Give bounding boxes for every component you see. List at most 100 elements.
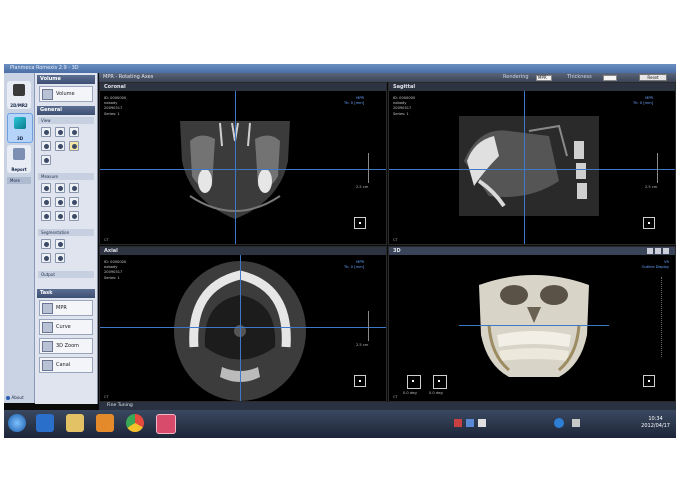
distance-tool-icon[interactable] (41, 183, 51, 193)
coronal-title: Coronal (100, 83, 386, 91)
pencil-tool-icon[interactable] (55, 211, 65, 221)
reset-button[interactable]: Reset (639, 74, 667, 81)
sagittal-ct-slice (459, 116, 599, 216)
nav-report-button[interactable]: Report (7, 145, 31, 173)
coronal-patient-info: ID: 0000000 nobody 20090317 Series: 1 (104, 96, 127, 116)
coronal-viewport[interactable]: Coronal ID: 0000000 nobody 20090317 Seri… (99, 82, 387, 245)
reset-view-icon[interactable] (41, 155, 51, 165)
cube-3d-icon (14, 117, 26, 129)
coronal-axis-vertical[interactable] (235, 91, 236, 244)
segmentation-section-label: Segmentation (38, 229, 94, 236)
rendering-label: Rendering (503, 74, 529, 80)
coronal-modality: CT (104, 238, 109, 242)
density-tool-icon[interactable] (41, 197, 51, 207)
axial-orientation-cube[interactable] (354, 375, 366, 387)
coronal-mode-info: MPR Th: 0 [mm] (344, 96, 364, 106)
tray-app-icon[interactable] (454, 419, 462, 427)
app-window: Planmeca Romexis 2.9 - 3D 2D/MR2 3D Repo… (4, 64, 676, 438)
rotate-horizontal-icon[interactable] (407, 375, 421, 389)
pan-tool-icon[interactable] (41, 127, 51, 137)
color-map-icon[interactable] (55, 253, 65, 263)
task-curve-button[interactable]: Curve (39, 319, 93, 335)
axial-title: Axial (100, 247, 386, 255)
thickness-input[interactable] (603, 75, 617, 81)
volume-button[interactable]: Volume (39, 86, 93, 102)
folder-icon[interactable] (66, 414, 84, 432)
trace-tool-icon[interactable] (69, 197, 79, 207)
start-orb-icon[interactable] (8, 414, 26, 432)
nav-2d-button[interactable]: 2D/MR2 (7, 81, 31, 109)
axial-scale-label: 2.5 cm (356, 343, 369, 347)
note-tool-icon[interactable] (55, 197, 65, 207)
chrome-icon[interactable] (126, 414, 144, 432)
report-icon (13, 148, 25, 160)
sagittal-orientation-cube[interactable] (643, 217, 655, 229)
more-label: More (10, 178, 20, 183)
area-tool-icon[interactable] (69, 183, 79, 193)
fine-tuning-label: Fine Tuning (107, 403, 133, 408)
about-label: About (11, 395, 24, 400)
task-3dzoom-label: 3D Zoom (56, 343, 80, 349)
tray-volume-icon[interactable] (478, 419, 486, 427)
fine-tuning-bar[interactable]: Fine Tuning (99, 402, 676, 410)
info-icon (6, 396, 10, 400)
delete-tool-icon[interactable] (69, 211, 79, 221)
ie-browser-icon[interactable] (36, 414, 54, 432)
about-link[interactable]: About (6, 395, 24, 400)
volume-3d-preset: Outline Display (641, 265, 669, 270)
axial-thickness: Th: 0 [mm] (343, 265, 364, 270)
nav-3d-button[interactable]: 3D (7, 113, 33, 143)
volume-3d-axis-horizontal[interactable] (459, 325, 609, 326)
coronal-axis-horizontal[interactable] (100, 169, 386, 170)
task-header: Task (37, 289, 95, 298)
thickness-label: Thickness (567, 74, 592, 80)
task-mpr-button[interactable]: MPR (39, 300, 93, 316)
contrast-tool-icon[interactable] (41, 141, 51, 151)
volume-3d-slider[interactable] (661, 277, 664, 357)
more-button[interactable]: More (7, 177, 31, 184)
media-player-icon[interactable] (96, 414, 114, 432)
close-icon[interactable] (663, 248, 669, 254)
coronal-thickness: Th: 0 [mm] (343, 101, 364, 106)
segment-tool-icon[interactable] (41, 239, 51, 249)
view-section-label: View (38, 117, 94, 124)
clock-date: 2012/04/17 (641, 423, 670, 429)
sagittal-scale-bar (657, 153, 658, 183)
maximize-icon[interactable] (655, 248, 661, 254)
annotation-tool-icon[interactable] (69, 141, 79, 151)
tray-network-icon[interactable] (466, 419, 474, 427)
region-tool-icon[interactable] (41, 253, 51, 263)
arrow-tool-icon[interactable] (41, 211, 51, 221)
task-curve-label: Curve (56, 324, 71, 330)
task-canal-button[interactable]: Canal (39, 357, 93, 373)
sagittal-viewport[interactable]: Sagittal ID: 0000000 nobody 20090317 Ser… (388, 82, 676, 245)
view-header: MPR - Rotating Axes Rendering MPR Thickn… (99, 73, 676, 82)
sagittal-axis-horizontal[interactable] (389, 169, 675, 170)
sharpen-tool-icon[interactable] (55, 141, 65, 151)
volume-3d-orientation-cube[interactable] (643, 375, 655, 387)
sagittal-thickness: Th: 0 [mm] (632, 101, 653, 106)
taskbar-clock[interactable]: 10:34 2012/04/17 (641, 416, 670, 430)
help-icon[interactable] (554, 418, 564, 428)
tray-flag-icon[interactable] (572, 419, 580, 427)
sagittal-mode-info: MPR Th: 0 [mm] (633, 96, 653, 106)
rotate-vertical-icon[interactable] (433, 375, 447, 389)
sagittal-axis-vertical[interactable] (524, 91, 525, 244)
axial-axis-horizontal[interactable] (100, 327, 386, 328)
nav-report-label: Report (11, 167, 27, 172)
rotate-tool-icon[interactable] (55, 127, 65, 137)
coronal-orientation-cube[interactable] (354, 217, 366, 229)
task-mpr-label: MPR (56, 305, 67, 311)
task-3dzoom-button[interactable]: 3D Zoom (39, 338, 93, 354)
axial-axis-vertical[interactable] (240, 255, 241, 401)
axial-viewport[interactable]: Axial ID: 0000000 nobody 20090317 Series… (99, 246, 387, 402)
romexis-icon[interactable] (156, 414, 176, 434)
minimize-icon[interactable] (647, 248, 653, 254)
sculpt-tool-icon[interactable] (55, 239, 65, 249)
volume-icon (42, 89, 53, 100)
angle-tool-icon[interactable] (55, 183, 65, 193)
coronal-scale-bar (368, 153, 369, 183)
volume-3d-viewport[interactable]: 3D VR Outline Display 0.0 deg 0.0 deg CT (388, 246, 676, 402)
zoom-tool-icon[interactable] (69, 127, 79, 137)
rendering-select[interactable]: MPR (536, 75, 552, 81)
